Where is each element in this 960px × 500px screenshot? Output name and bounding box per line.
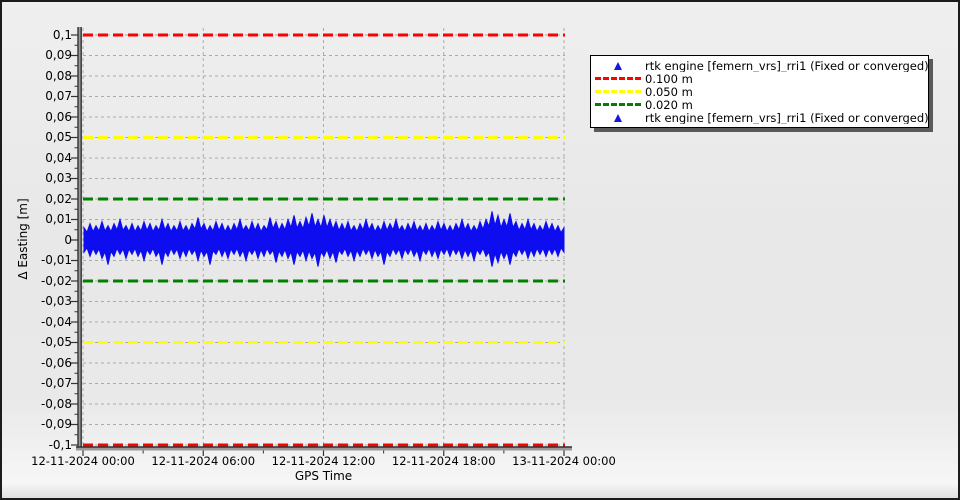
y-tick-label: -0,04: [40, 314, 72, 329]
legend: rtk engine [femern_vrs]_rri1 (Fixed or c…: [590, 55, 929, 128]
y-tick-label: 0,1: [52, 27, 72, 42]
legend-label: 0.050 m: [645, 85, 693, 98]
y-tick-label: -0,05: [40, 335, 72, 349]
legend-marker: [591, 77, 645, 80]
x-tick-label: 12-11-2024 18:00: [391, 454, 496, 468]
legend-row: 0.050 m: [591, 85, 928, 98]
x-axis-title: GPS Time: [294, 469, 353, 483]
y-tick-label: -0,08: [40, 396, 72, 411]
x-tick-label: 13-11-2024 00:00: [512, 454, 616, 468]
y-tick-label: 0,01: [45, 212, 72, 226]
y-tick-label: -0,02: [40, 273, 72, 288]
x-tick-label: 12-11-2024 00:00: [31, 454, 135, 468]
chart-window: 0,1 0,09 0,08 0,07 0,06 0,05 0,04 0,03 0,02 0,01 0…: [0, 0, 960, 500]
y-tick-label: -0,01: [40, 253, 72, 267]
y-tick-label: 0,09: [45, 48, 72, 62]
x-tick-label: 12-11-2024 06:00: [151, 454, 256, 468]
legend-marker: [591, 61, 645, 70]
legend-marker: [591, 90, 645, 93]
y-tick-label: 0,04: [45, 150, 72, 165]
legend-label: rtk engine [femern_vrs]_rri1 (Fixed or c…: [645, 111, 928, 124]
y-tick-label: -0,03: [40, 294, 72, 308]
y-tick-label: 0,03: [45, 171, 72, 185]
y-tick-label: 0,05: [45, 130, 72, 144]
y-axis-title: Δ Easting [m]: [16, 198, 30, 280]
dash-line-icon: [595, 77, 641, 80]
legend-row: rtk engine [femern_vrs]_rri1 (Fixed or c…: [591, 59, 928, 72]
dash-line-icon: [595, 103, 641, 106]
legend-marker: [591, 103, 645, 106]
y-tick-label: 0: [64, 232, 72, 247]
x-tick-label: 12-11-2024 12:00: [271, 454, 376, 468]
legend-row: 0.020 m: [591, 98, 928, 111]
y-tick-label: 0,02: [45, 191, 72, 206]
legend-label: rtk engine [femern_vrs]_rri1 (Fixed or c…: [645, 59, 928, 72]
legend-row: 0.100 m: [591, 72, 928, 85]
legend-row: rtk engine [femern_vrs]_rri1 (Fixed or c…: [591, 111, 928, 124]
y-tick-label: -0,07: [40, 376, 72, 390]
dash-line-icon: [595, 90, 641, 93]
triangle-marker-icon: [614, 113, 622, 122]
y-tick-label: 0,08: [45, 68, 72, 83]
triangle-marker-icon: [614, 61, 622, 70]
y-tick-label: -0,06: [40, 355, 72, 370]
legend-label: 0.020 m: [645, 98, 693, 111]
y-tick-label: 0,07: [45, 89, 72, 103]
legend-label: 0.100 m: [645, 72, 693, 85]
legend-marker: [591, 113, 645, 122]
y-tick-label: -0,09: [40, 417, 72, 431]
y-tick-label: -0,1: [48, 437, 72, 452]
y-tick-label: 0,06: [45, 109, 72, 124]
